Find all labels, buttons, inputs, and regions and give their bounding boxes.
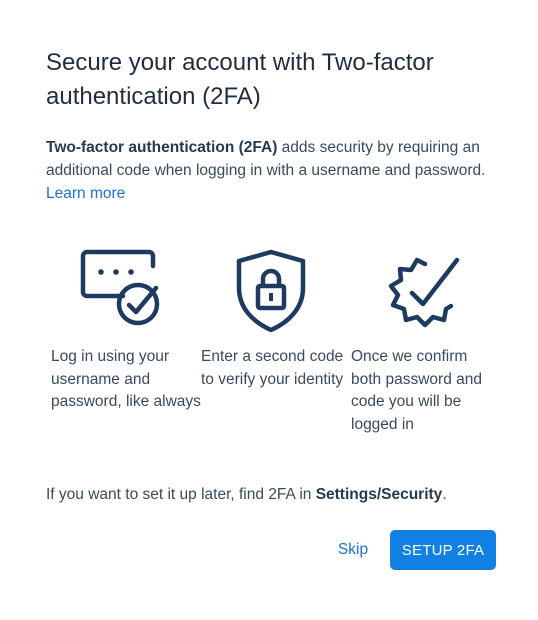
step-1-text: Log in using your username and password,… [51, 348, 201, 410]
step-3-text: Once we confirm both password and code y… [351, 348, 482, 433]
skip-button[interactable]: Skip [328, 530, 378, 570]
setup-2fa-button[interactable]: SETUP 2FA [390, 530, 496, 570]
chat-check-icon [79, 248, 179, 334]
later-text: If you want to set it up later, find 2FA… [46, 486, 316, 503]
setup-later-note: If you want to set it up later, find 2FA… [46, 484, 506, 506]
step-2-text: Enter a second code to verify your ident… [201, 348, 344, 388]
intro-bold-text: Two-factor authentication (2FA) [46, 139, 278, 156]
later-end: . [442, 486, 447, 503]
intro-paragraph: Two-factor authentication (2FA) adds sec… [46, 136, 501, 205]
dialog-title: Secure your account with Two-factor auth… [46, 49, 434, 110]
learn-more-link[interactable]: Learn more [46, 185, 125, 202]
steps-row: Log in using your username and password,… [51, 248, 511, 448]
shield-lock-icon [234, 248, 334, 334]
settings-path: Settings/Security [315, 486, 443, 503]
badge-check-icon [383, 248, 483, 334]
two-factor-dialog: Secure your account with Two-factor auth… [0, 0, 538, 620]
